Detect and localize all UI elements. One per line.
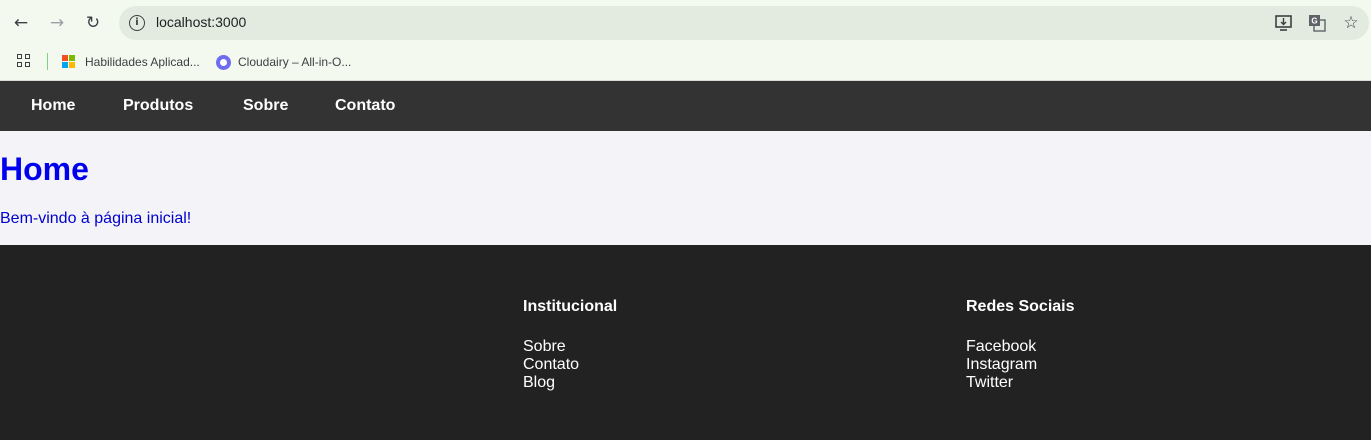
footer-link-facebook[interactable]: Facebook [966,338,1036,355]
footer-link-blog[interactable]: Blog [523,374,555,391]
address-bar[interactable]: i localhost:3000 G ☆ [119,6,1369,40]
footer-link-sobre[interactable]: Sobre [523,338,566,355]
nav-link-contato[interactable]: Contato [335,97,395,115]
footer-link-instagram[interactable]: Instagram [966,356,1037,373]
site-info-icon[interactable]: i [129,15,145,31]
footer-column-institucional: Institucional Sobre Contato Blog [523,298,617,392]
welcome-text: Bem-vindo à página inicial! [0,210,192,227]
bookmark-cloudairy[interactable]: Cloudairy – All-in-O... [216,52,351,72]
bookmarks-divider [47,53,48,70]
microsoft-logo-icon [62,55,76,69]
svg-text:G: G [1311,17,1317,26]
site-navbar: Home Produtos Sobre Contato [0,81,1371,131]
bookmark-star-icon[interactable]: ☆ [1340,12,1362,34]
footer-link-contato[interactable]: Contato [523,356,579,373]
cloudairy-logo-icon [216,54,231,70]
footer-heading: Institucional [523,298,618,315]
web-page: Home Produtos Sobre Contato Home Bem-vin… [0,81,1371,440]
browser-toolbar: ← → ↻ i localhost:3000 G ☆ [0,0,1371,45]
back-arrow-icon[interactable]: ← [8,10,34,36]
bookmark-habilidades[interactable]: Habilidades Aplicad... [62,52,200,72]
page-title: Home [0,151,89,187]
bookmark-label: Habilidades Aplicad... [85,55,200,69]
address-url[interactable]: localhost:3000 [156,14,246,30]
nav-link-home[interactable]: Home [31,97,75,115]
footer-column-redes-sociais: Redes Sociais Facebook Instagram Twitter [966,298,1075,392]
nav-link-sobre[interactable]: Sobre [243,97,288,115]
forward-arrow-icon[interactable]: → [44,10,70,36]
footer-heading: Redes Sociais [966,298,1075,315]
apps-grid-icon[interactable] [17,54,31,68]
reload-icon[interactable]: ↻ [80,10,106,36]
footer-link-twitter[interactable]: Twitter [966,374,1013,391]
translate-icon[interactable]: G [1306,12,1328,34]
nav-link-produtos[interactable]: Produtos [123,97,193,115]
install-app-icon[interactable] [1273,12,1295,34]
bookmarks-bar: Habilidades Aplicad... Cloudairy – All-i… [0,45,1371,81]
site-footer: Institucional Sobre Contato Blog Redes S… [0,245,1371,440]
bookmark-label: Cloudairy – All-in-O... [238,55,352,69]
